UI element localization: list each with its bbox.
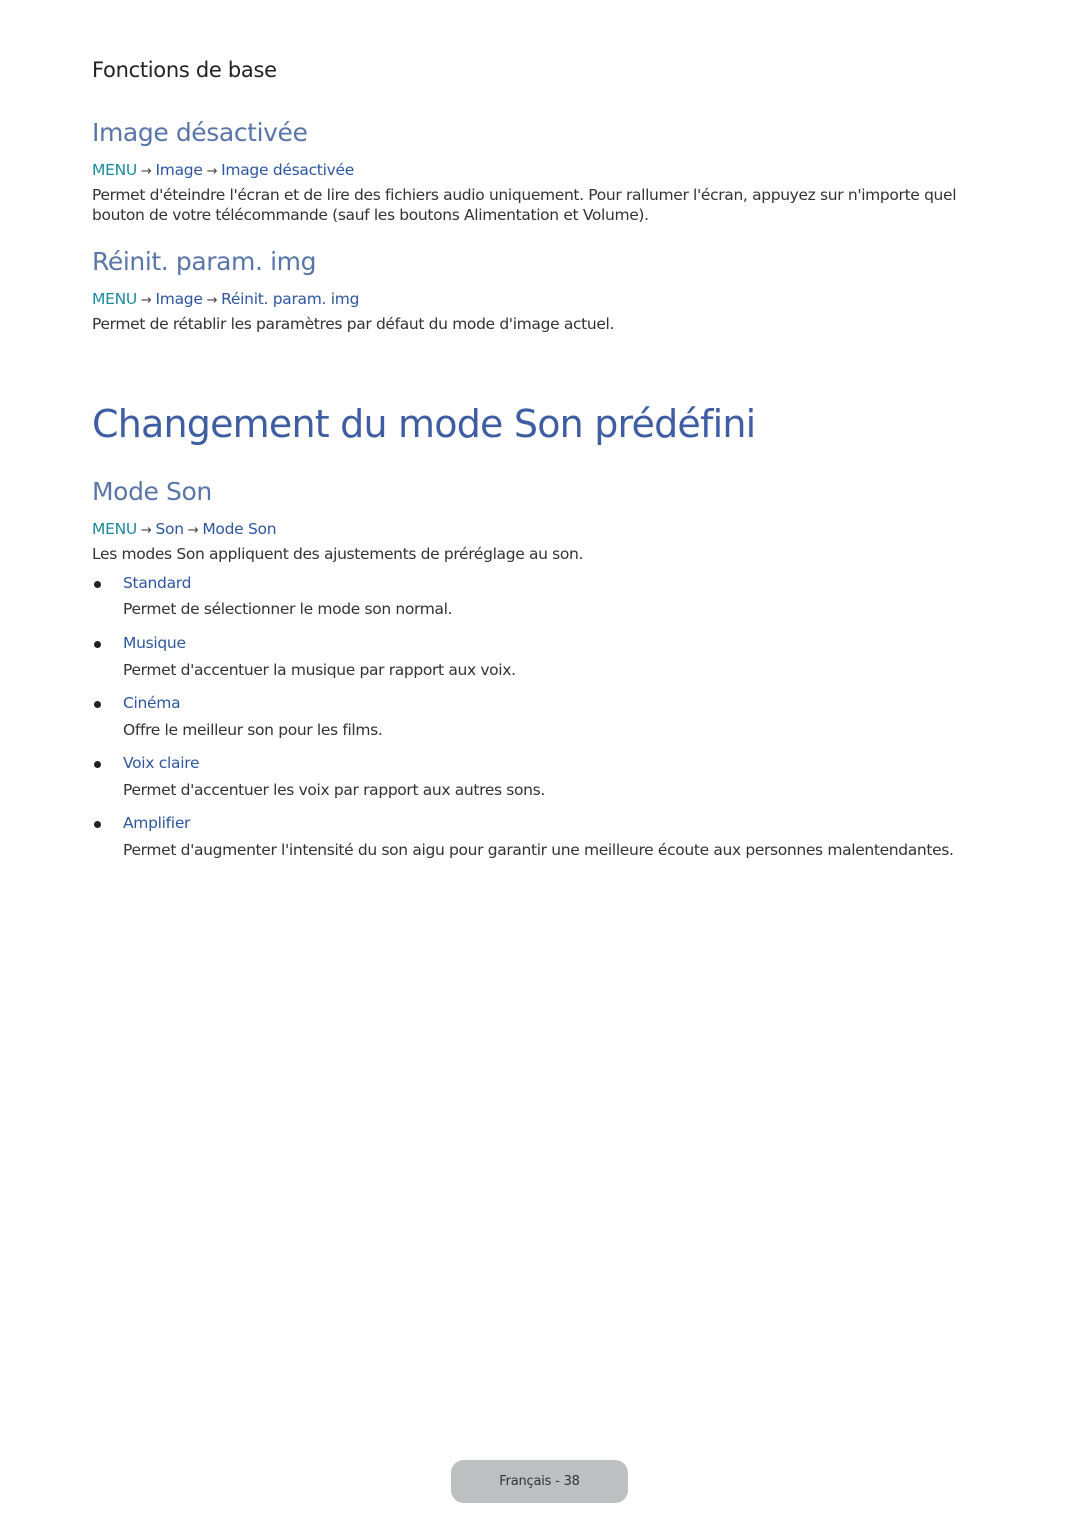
sound-mode-cinema-desc: Offre le meilleur son pour les films. [123, 721, 383, 739]
menu-path-image-off: MENU → Image → Image désactivée [92, 161, 354, 179]
sound-mode-amplifier-desc: Permet d'augmenter l'intensité du son ai… [123, 841, 954, 859]
section-title-image-off: Image désactivée [92, 118, 308, 147]
path-level1: Son [155, 520, 185, 538]
path-level2: Réinit. param. img [221, 290, 360, 308]
bullet-icon [94, 821, 101, 828]
section-title-sound-mode: Mode Son [92, 477, 212, 506]
sound-mode-amplifier-label: Amplifier [123, 814, 191, 832]
arrow-icon: → [206, 164, 218, 179]
menu-label: MENU [92, 161, 137, 179]
body-text-image-off-2: bouton de votre télécommande (sauf les b… [92, 206, 649, 224]
body-text-image-off-1: Permet d'éteindre l'écran et de lire des… [92, 186, 957, 204]
path-level1: Image [155, 161, 203, 179]
arrow-icon: → [206, 293, 218, 308]
sound-mode-musique-desc: Permet d'accentuer la musique par rappor… [123, 661, 516, 679]
page-number-badge: Français - 38 [451, 1460, 628, 1503]
arrow-icon: → [140, 523, 152, 538]
path-level1: Image [155, 290, 203, 308]
arrow-icon: → [140, 164, 152, 179]
bullet-icon [94, 581, 101, 588]
sound-mode-musique-label: Musique [123, 634, 186, 652]
chapter-header: Fonctions de base [92, 58, 277, 82]
sound-mode-standard-label: Standard [123, 574, 192, 592]
menu-label: MENU [92, 520, 137, 538]
path-level2: Mode Son [202, 520, 277, 538]
arrow-icon: → [140, 293, 152, 308]
sound-mode-cinema-label: Cinéma [123, 694, 181, 712]
section-title-reset: Réinit. param. img [92, 247, 317, 276]
menu-path-sound-mode: MENU → Son → Mode Son [92, 520, 277, 538]
sound-mode-standard-desc: Permet de sélectionner le mode son norma… [123, 600, 453, 618]
arrow-icon: → [187, 523, 199, 538]
menu-path-reset: MENU → Image → Réinit. param. img [92, 290, 359, 308]
body-text-sound-mode-intro: Les modes Son appliquent des ajustements… [92, 545, 584, 563]
sound-mode-voix-claire-label: Voix claire [123, 754, 200, 772]
sound-mode-voix-claire-desc: Permet d'accentuer les voix par rapport … [123, 781, 545, 799]
chapter-title: Changement du mode Son prédéfini [92, 402, 756, 446]
page-number-label: Français - 38 [499, 1474, 580, 1489]
bullet-icon [94, 701, 101, 708]
menu-label: MENU [92, 290, 137, 308]
path-level2: Image désactivée [221, 161, 354, 179]
bullet-icon [94, 641, 101, 648]
bullet-icon [94, 761, 101, 768]
body-text-reset: Permet de rétablir les paramètres par dé… [92, 315, 615, 333]
